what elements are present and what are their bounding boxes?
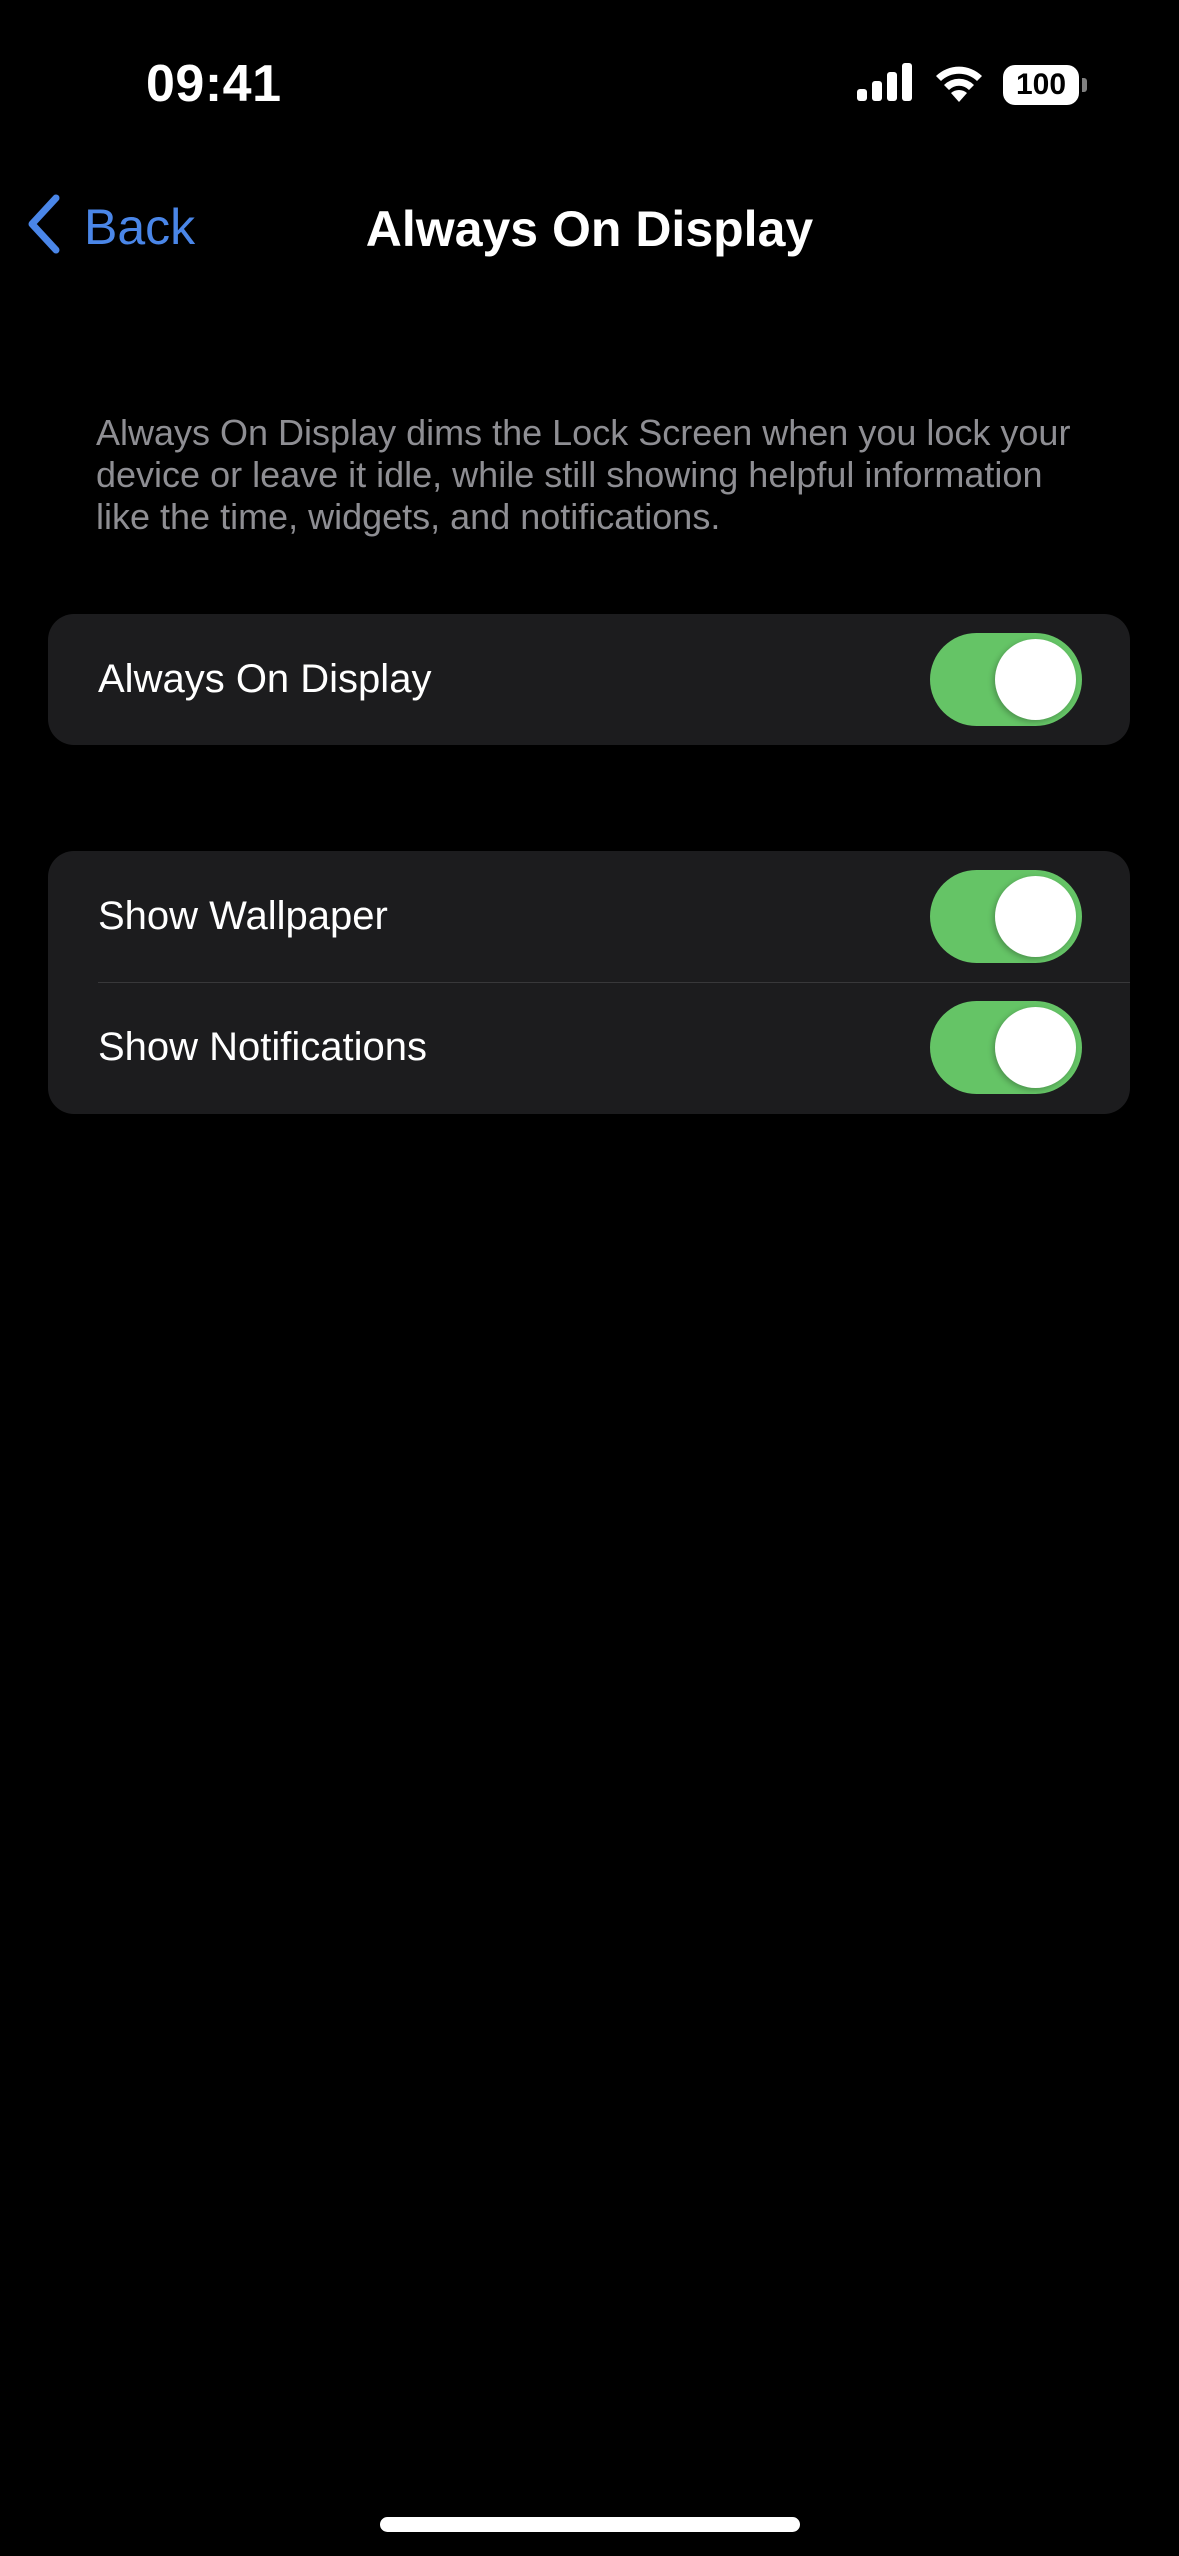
toggle-knob <box>995 1007 1076 1088</box>
navigation-bar: Back Always On Display <box>0 180 1179 270</box>
always-on-display-toggle[interactable] <box>930 633 1082 726</box>
toggle-knob <box>995 639 1076 720</box>
status-icons: 100 <box>857 62 1087 107</box>
row-label: Always On Display <box>98 657 432 701</box>
show-wallpaper-toggle[interactable] <box>930 870 1082 963</box>
status-bar: 09:41 100 <box>0 0 1179 150</box>
settings-row-always-on-display: Always On Display <box>48 614 1130 745</box>
settings-group-display-options: Show Wallpaper Show Notifications <box>48 851 1130 1114</box>
status-time: 09:41 <box>146 55 282 113</box>
battery-icon: 100 <box>1003 64 1087 105</box>
page-title: Always On Display <box>365 201 814 257</box>
toggle-knob <box>995 876 1076 957</box>
wifi-icon <box>933 62 985 107</box>
row-label: Show Wallpaper <box>98 894 388 938</box>
home-indicator[interactable] <box>380 2517 800 2532</box>
settings-row-show-wallpaper: Show Wallpaper <box>48 851 1130 982</box>
settings-row-show-notifications: Show Notifications <box>48 982 1130 1113</box>
settings-group-always-on: Always On Display <box>48 614 1130 745</box>
row-label: Show Notifications <box>98 1025 428 1069</box>
show-notifications-toggle[interactable] <box>930 1001 1082 1094</box>
section-description: Always On Display dims the Lock Screen w… <box>96 412 1071 537</box>
battery-level: 100 <box>1015 67 1067 101</box>
cellular-signal-icon <box>857 63 915 106</box>
